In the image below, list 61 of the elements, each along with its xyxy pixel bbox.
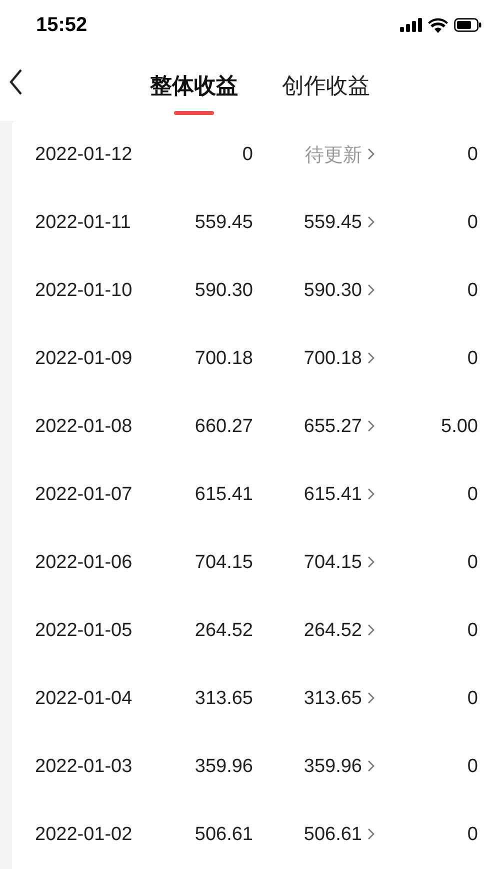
date-cell-text: 2022-01-06 bbox=[35, 552, 134, 574]
date-cell-text: 2022-01-07 bbox=[35, 484, 134, 506]
chevron-right-icon bbox=[367, 284, 375, 296]
amount-cell-text: 0 bbox=[466, 212, 478, 234]
amount-cell[interactable]: 615.41 bbox=[253, 484, 362, 506]
date-cell-text: 2022-01-05 bbox=[35, 620, 134, 642]
chevron-right-icon bbox=[367, 760, 375, 772]
amount-cell[interactable]: 655.27 bbox=[253, 416, 362, 438]
amount-cell-text: 615.41 bbox=[194, 484, 253, 506]
amount-cell-text: 0 bbox=[241, 144, 253, 166]
amount-cell[interactable]: 359.96 bbox=[253, 756, 362, 778]
chevron-right-icon bbox=[367, 828, 375, 840]
amount-cell[interactable]: 590.30 bbox=[253, 280, 362, 302]
amount-cell-text: 0 bbox=[466, 144, 478, 166]
tab[interactable]: 整体收益 bbox=[150, 50, 238, 121]
wifi-icon bbox=[428, 18, 448, 32]
amount-cell-text: 359.96 bbox=[194, 756, 253, 778]
amount-cell-text: 0 bbox=[466, 756, 478, 778]
date-cell-text: 2022-01-12 bbox=[35, 144, 134, 166]
amount-cell-text: 0 bbox=[466, 280, 478, 302]
chevron-right-icon bbox=[367, 488, 375, 500]
amount-cell-text: 700.18 bbox=[194, 348, 253, 370]
amount-cell-text: 0 bbox=[466, 484, 478, 506]
date-cell-text: 2022-01-02 bbox=[35, 824, 134, 846]
chevron-right-icon bbox=[367, 420, 375, 432]
amount-cell-text: 559.45 bbox=[194, 212, 253, 234]
tab[interactable]: 创作收益 bbox=[282, 50, 370, 121]
chevron-right-icon bbox=[367, 148, 375, 160]
chevron-right-icon bbox=[367, 352, 375, 364]
chevron-right-icon bbox=[367, 624, 375, 636]
amount-cell[interactable]: 264.52 bbox=[253, 620, 362, 642]
amount-cell-text: 660.27 bbox=[194, 416, 253, 438]
chevron-right-icon bbox=[367, 692, 375, 704]
amount-cell[interactable]: 700.18 bbox=[253, 348, 362, 370]
amount-cell[interactable]: 506.61 bbox=[253, 824, 362, 846]
amount-cell-text: 0 bbox=[466, 688, 478, 710]
amount-cell-text: 704.15 bbox=[194, 552, 253, 574]
amount-cell-text: 0 bbox=[466, 348, 478, 370]
amount-cell[interactable]: 313.65 bbox=[253, 688, 362, 710]
amount-cell-text: 0 bbox=[466, 620, 478, 642]
amount-cell[interactable]: 559.45 bbox=[253, 212, 362, 234]
chevron-right-icon bbox=[367, 216, 375, 228]
date-cell-text: 2022-01-11 bbox=[35, 212, 132, 234]
battery-icon bbox=[454, 18, 482, 32]
amount-cell-text: 506.61 bbox=[194, 824, 253, 846]
amount-cell-text: 313.65 bbox=[194, 688, 253, 710]
amount-cell-text: 5.00 bbox=[440, 416, 478, 438]
amount-cell[interactable]: 704.15 bbox=[253, 552, 362, 574]
amount-cell-text: 264.52 bbox=[194, 620, 253, 642]
amount-cell-text: 0 bbox=[466, 824, 478, 846]
amount-cell-text: 590.30 bbox=[194, 280, 253, 302]
chevron-right-icon bbox=[367, 556, 375, 568]
date-cell-text: 2022-01-10 bbox=[35, 280, 134, 302]
date-cell-text: 2022-01-03 bbox=[35, 756, 134, 778]
date-cell-text: 2022-01-09 bbox=[35, 348, 134, 370]
signal-icon bbox=[400, 18, 422, 32]
date-cell-text: 2022-01-04 bbox=[35, 688, 134, 710]
back-icon[interactable] bbox=[8, 68, 24, 96]
status-time: 15:52 bbox=[36, 14, 88, 36]
amount-cell-text: 0 bbox=[466, 552, 478, 574]
date-cell-text: 2022-01-08 bbox=[35, 416, 134, 438]
